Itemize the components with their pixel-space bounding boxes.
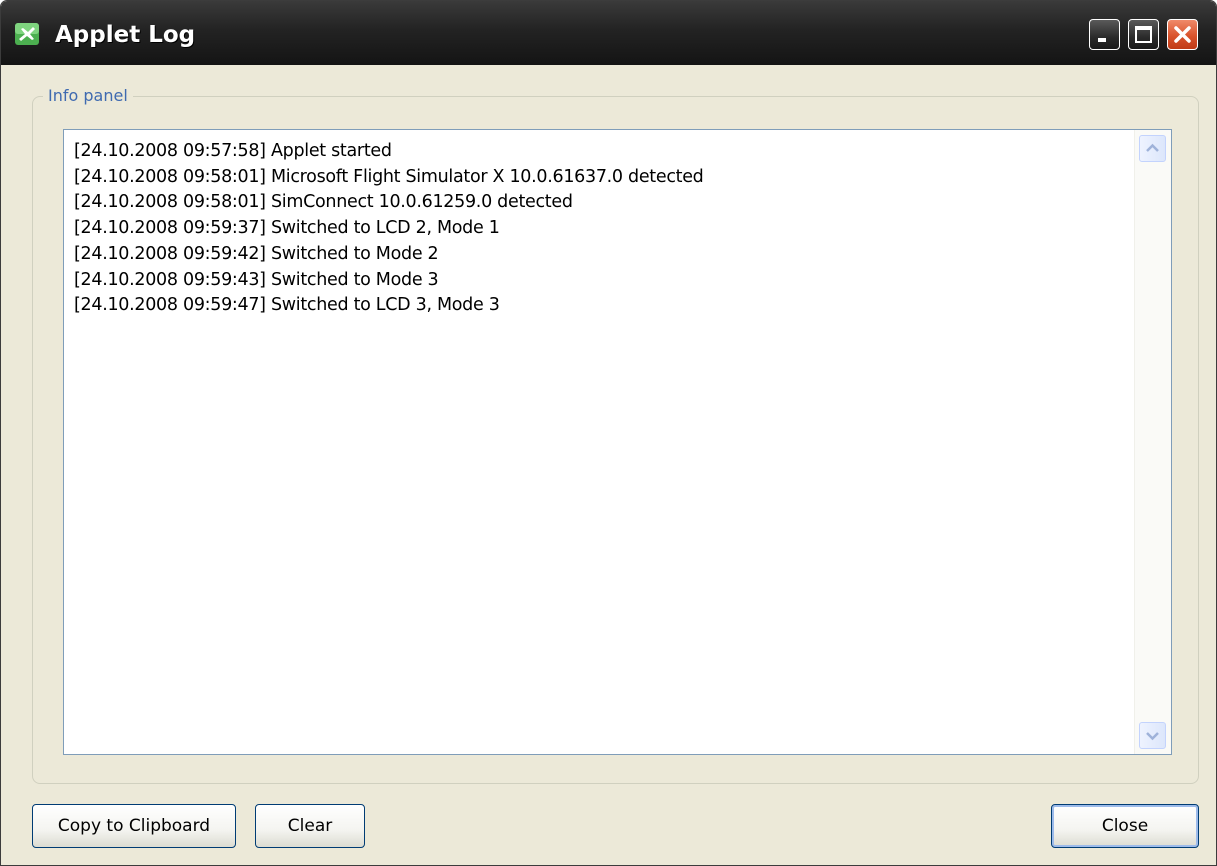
applet-log-window: Applet Log Info panel [24.10.2008 09:57:… <box>0 0 1217 866</box>
close-window-button[interactable] <box>1167 19 1198 50</box>
copy-to-clipboard-button[interactable]: Copy to Clipboard <box>32 804 236 848</box>
title-bar[interactable]: Applet Log <box>1 1 1216 65</box>
log-line: [24.10.2008 09:59:37] Switched to LCD 2,… <box>74 218 500 239</box>
log-line: [24.10.2008 09:59:43] Switched to Mode 3 <box>74 269 439 290</box>
close-button[interactable]: Close <box>1051 804 1199 848</box>
log-line: [24.10.2008 09:58:01] SimConnect 10.0.61… <box>74 192 573 213</box>
airplane-icon <box>15 23 39 45</box>
log-line: [24.10.2008 09:57:58] Applet started <box>74 141 392 161</box>
window-title: Applet Log <box>55 22 196 48</box>
log-list: [24.10.2008 09:57:58] Applet started [24… <box>74 139 704 319</box>
clear-button[interactable]: Clear <box>255 804 365 848</box>
scroll-down-button[interactable] <box>1139 722 1166 749</box>
log-line: [24.10.2008 09:59:42] Switched to Mode 2 <box>74 243 439 264</box>
scroll-up-button[interactable] <box>1139 135 1166 162</box>
maximize-button[interactable] <box>1128 19 1159 50</box>
log-line: [24.10.2008 09:58:01] Microsoft Flight S… <box>74 166 704 187</box>
chevron-down-icon <box>1146 732 1159 741</box>
maximize-icon <box>1135 26 1152 43</box>
vertical-scrollbar[interactable] <box>1134 130 1171 754</box>
close-icon <box>1174 26 1191 43</box>
info-panel-legend: Info panel <box>43 86 133 106</box>
minimize-button[interactable] <box>1089 19 1120 50</box>
log-line: [24.10.2008 09:59:47] Switched to LCD 3,… <box>74 295 500 316</box>
chevron-up-icon <box>1146 143 1159 152</box>
minimize-icon <box>1098 38 1106 42</box>
log-textarea[interactable]: [24.10.2008 09:57:58] Applet started [24… <box>63 129 1172 755</box>
